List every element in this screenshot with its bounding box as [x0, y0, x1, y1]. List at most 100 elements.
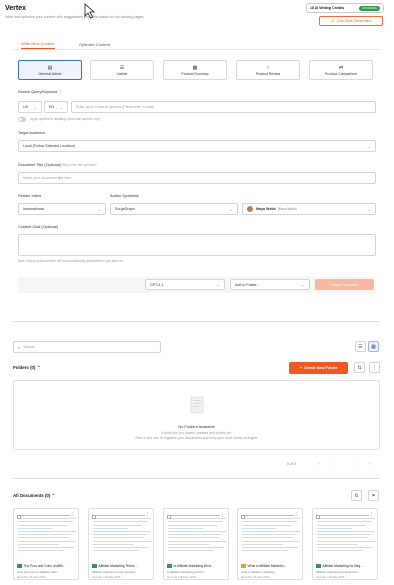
folder-select[interactable]: Add to Folder... ⌄: [230, 279, 310, 290]
more-vertical-icon[interactable]: ⋮: [220, 512, 225, 518]
content-goal-textarea[interactable]: [18, 234, 376, 256]
document-card[interactable]: ⋮ Affiliate Marketing Terms ... affiliate …: [88, 508, 154, 580]
preview-line: [242, 550, 289, 552]
credits-indicator[interactable]: 18 AI Writing Credits UPGRADE: [306, 3, 384, 13]
type-product-review-button[interactable]: ☆ Product Review: [236, 60, 300, 80]
author-synthesis-value: SurgeGraph: [115, 207, 135, 211]
first-page-button[interactable]: «: [318, 462, 320, 466]
document-meta: General | 18 May 2025: [92, 575, 121, 579]
author-synthesis-select[interactable]: SurgeGraph ⌄: [110, 203, 238, 215]
more-vertical-icon[interactable]: ⋮: [70, 512, 75, 518]
preview-line: [93, 534, 147, 536]
create-new-folder-button[interactable]: + Create New Folder: [289, 362, 348, 374]
type-listicle-button[interactable]: ☰ Listicle: [90, 60, 154, 80]
sort-documents-button[interactable]: ⇅: [351, 490, 362, 501]
preview-line: [317, 527, 352, 529]
preview-line: [317, 537, 369, 539]
lightning-icon: ⚡: [330, 19, 335, 23]
type-product-roundup-button[interactable]: ▦ Product Roundup: [163, 60, 227, 80]
folders-title[interactable]: Folders (0) ⌃: [13, 365, 40, 371]
doc-title-input[interactable]: Insert your document title here: [18, 172, 376, 184]
apply-headings-label: Apply queries to headings (short-tail qu…: [30, 117, 100, 121]
document-keyword: pros and cons of affiliate mark...: [17, 570, 60, 574]
tab-optimize-content[interactable]: Optimize Content: [79, 39, 110, 49]
document-title: The Pros and Cons of Affili...: [17, 564, 77, 568]
document-card[interactable]: ⋮ Is Affiliate Marketing Wort... is affili…: [163, 508, 229, 580]
keyword-input[interactable]: Enter up to 3 search queries (Press ente…: [71, 101, 376, 113]
select-checkbox[interactable]: [92, 515, 96, 519]
one-click-generation-button[interactable]: ⚡ One-Click Generation: [319, 16, 383, 26]
more-vertical-icon[interactable]: ⋮: [369, 512, 374, 518]
type-general-article-button[interactable]: ▤ General Article: [18, 60, 82, 80]
preview-line: [168, 521, 224, 523]
preview-line: [93, 546, 149, 548]
grid-view-button[interactable]: ▦: [368, 341, 379, 352]
filter-documents-button[interactable]: ⏷: [368, 490, 379, 501]
preview-line: [242, 546, 298, 548]
preview-line: [317, 550, 364, 552]
preview-line: [168, 550, 215, 552]
model-value: GPT-4.1: [150, 282, 164, 287]
country-select[interactable]: US ⌄: [18, 101, 42, 113]
document-card[interactable]: ⋮ The Pros and Cons of Affili... pros and …: [13, 508, 79, 580]
preview-line: [317, 546, 373, 548]
author-select[interactable]: Maya Webb (Maya Webb) ⌄: [242, 203, 376, 215]
empty-folder-icon: [190, 396, 204, 414]
next-page-button[interactable]: ›: [356, 462, 357, 466]
more-options-button[interactable]: ⋮: [369, 362, 380, 373]
preview-line: [242, 527, 277, 529]
preview-line: [317, 515, 370, 517]
document-keyword: what is affiliate marketing: [241, 570, 275, 574]
empty-state-description: It looks like you haven't created any fo…: [135, 431, 258, 440]
more-vertical-icon[interactable]: ⋮: [145, 512, 150, 518]
sort-button[interactable]: ⇅: [354, 362, 365, 373]
document-meta: General | 18 May 2025: [167, 575, 196, 579]
chevron-down-icon: ⌄: [229, 206, 233, 212]
filter-icon: ⏷: [371, 492, 376, 499]
language-select[interactable]: EN ⌄: [44, 101, 68, 113]
preview-line: [18, 530, 76, 533]
more-vertical-icon: ⋮: [372, 364, 377, 371]
type-product-comparison-button[interactable]: ⇄ Product Comparison: [309, 60, 373, 80]
preview-line: [242, 524, 292, 526]
preview-line: [168, 524, 218, 526]
list-icon: ☰: [119, 64, 125, 71]
search-placeholder: Search: [23, 345, 35, 349]
select-checkbox[interactable]: [316, 515, 320, 519]
select-checkbox[interactable]: [241, 515, 245, 519]
chevron-down-icon: ⌄: [33, 104, 37, 110]
document-title: What is Affiliate Marketin...: [241, 564, 301, 568]
last-page-button[interactable]: »: [369, 462, 371, 466]
document-card[interactable]: ⋮ Affiliate Marketing for Beg... affiliate…: [312, 508, 378, 580]
document-preview: [242, 515, 300, 563]
list-view-button[interactable]: ☰: [355, 341, 366, 352]
section-divider: [13, 478, 380, 479]
select-checkbox[interactable]: [167, 515, 171, 519]
credits-count: 18 AI Writing Credits: [310, 6, 345, 10]
reader-intent-select[interactable]: Informational ⌄: [18, 203, 106, 215]
document-card[interactable]: ⋮ What is Affiliate Marketin... what is af…: [237, 508, 303, 580]
target-audience-label: Target Audience: [18, 131, 46, 135]
preview-line: [18, 540, 76, 542]
search-icon: ⌕: [18, 344, 21, 350]
preview-line: [168, 546, 224, 548]
all-documents-title[interactable]: All Documents (0) ⌃: [13, 493, 55, 499]
status-flag-icon: [167, 564, 172, 568]
tab-write-new-content[interactable]: Write New Content: [21, 39, 55, 49]
status-flag-icon: [92, 564, 97, 568]
preview-line: [18, 534, 72, 536]
select-checkbox[interactable]: [17, 515, 21, 519]
more-vertical-icon[interactable]: ⋮: [294, 512, 299, 518]
prev-page-button[interactable]: ‹: [331, 462, 332, 466]
preview-line: [242, 537, 294, 539]
reader-intent-value: Informational: [23, 207, 44, 211]
apply-headings-toggle[interactable]: [18, 117, 26, 122]
preview-line: [93, 550, 140, 552]
model-select[interactable]: GPT-4.1 ⌄: [145, 279, 225, 290]
upgrade-badge[interactable]: UPGRADE: [359, 5, 380, 11]
search-input[interactable]: ⌕ Search: [13, 341, 161, 353]
create-document-button[interactable]: Create Document: [315, 279, 374, 290]
preview-line: [168, 515, 221, 517]
status-flag-icon: [241, 564, 246, 568]
target-audience-select[interactable]: Local (Follow Selected Location) ⌄: [18, 140, 376, 152]
